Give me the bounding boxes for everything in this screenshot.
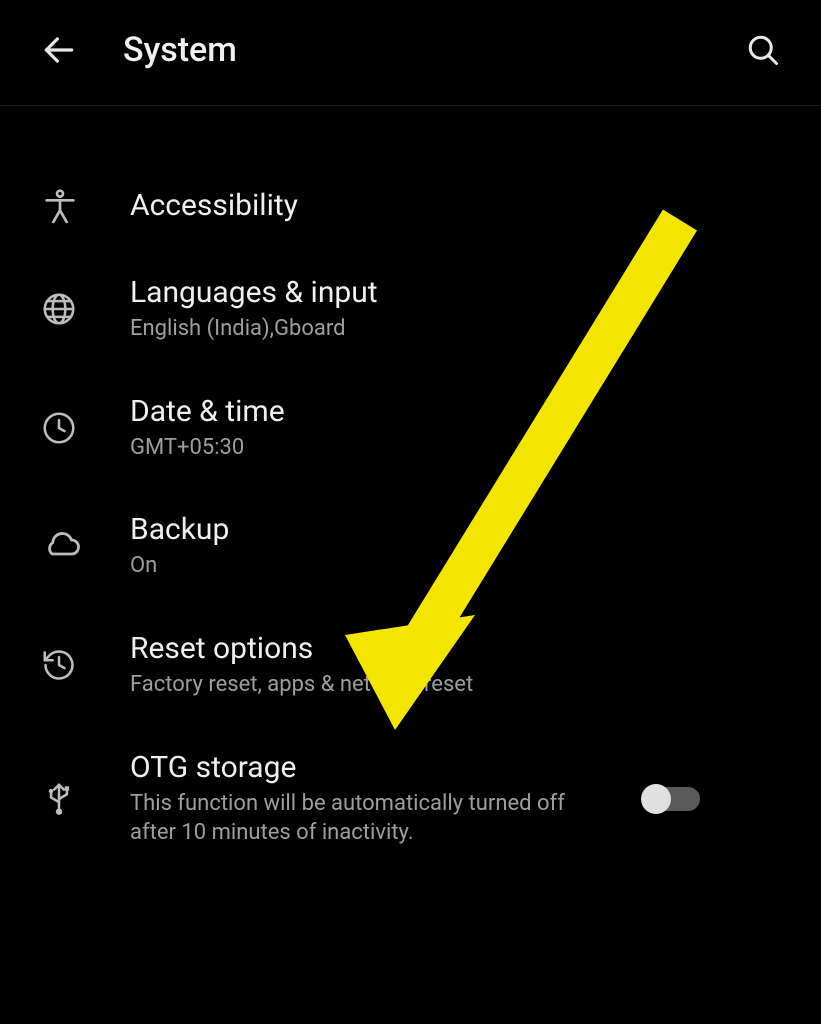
item-title: Accessibility	[130, 188, 781, 223]
app-header: System	[0, 0, 821, 106]
item-languages-input[interactable]: Languages & input English (India),Gboard	[0, 253, 821, 372]
item-accessibility[interactable]: Accessibility	[0, 161, 821, 253]
item-backup[interactable]: Backup On	[0, 490, 821, 609]
item-subtitle: GMT+05:30	[130, 433, 781, 463]
search-icon	[745, 32, 781, 68]
settings-list: Accessibility Languages & input English …	[0, 106, 821, 876]
item-title: OTG storage	[130, 750, 610, 785]
globe-icon	[40, 290, 130, 328]
item-subtitle: This function will be automatically turn…	[130, 789, 610, 848]
item-otg-storage[interactable]: OTG storage This function will be automa…	[0, 728, 821, 876]
page-title: System	[123, 30, 745, 70]
item-subtitle: On	[130, 551, 781, 581]
item-subtitle: Factory reset, apps & network reset	[130, 670, 781, 700]
arrow-left-icon	[40, 31, 78, 69]
item-title: Languages & input	[130, 275, 781, 310]
usb-icon	[40, 780, 130, 818]
item-title: Reset options	[130, 631, 781, 666]
search-button[interactable]	[745, 32, 781, 68]
toggle-knob	[641, 784, 671, 814]
item-title: Date & time	[130, 394, 781, 429]
item-subtitle: English (India),Gboard	[130, 314, 781, 344]
item-reset-options[interactable]: Reset options Factory reset, apps & netw…	[0, 609, 821, 728]
back-button[interactable]	[40, 31, 78, 69]
item-title: Backup	[130, 512, 781, 547]
reset-icon	[40, 646, 130, 684]
cloud-icon	[40, 526, 130, 568]
clock-icon	[40, 409, 130, 447]
accessibility-icon	[40, 187, 130, 227]
otg-toggle[interactable]	[644, 787, 700, 811]
item-date-time[interactable]: Date & time GMT+05:30	[0, 372, 821, 491]
